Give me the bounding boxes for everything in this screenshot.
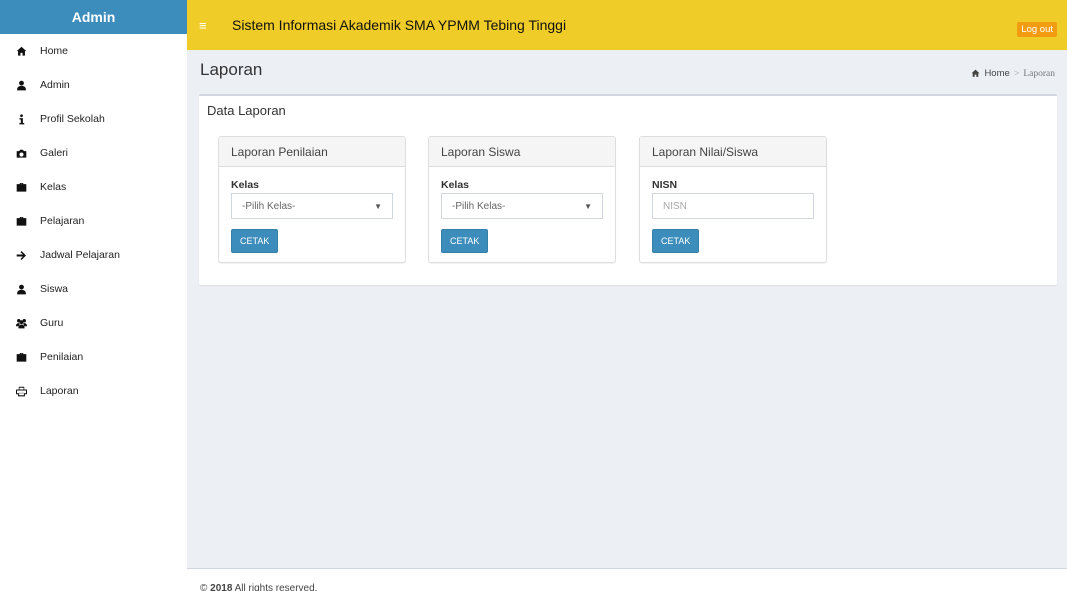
top-navbar: ≡ Sistem Informasi Akademik SMA YPMM Teb… — [187, 0, 1067, 50]
sidebar-item-label: Pelajaran — [40, 215, 85, 227]
sidebar-menu: Home Admin Profil Sekolah Galeri Kelas P… — [0, 34, 187, 408]
sidebar-item-home[interactable]: Home — [0, 34, 187, 68]
data-laporan-box: Data Laporan Laporan Penilaian Kelas -Pi… — [199, 94, 1057, 285]
sidebar-item-label: Galeri — [40, 147, 69, 159]
sidebar-item-guru[interactable]: Guru — [0, 306, 187, 340]
kelas-select-value: -Pilih Kelas- — [242, 200, 296, 212]
panel-body: NISN NISN CETAK — [640, 167, 826, 265]
sidebar-item-label: Penilaian — [40, 351, 84, 363]
main-content: Laporan Home > Laporan Data Laporan Lapo… — [187, 50, 1067, 568]
users-icon — [16, 318, 33, 329]
page-title: Laporan — [200, 60, 263, 79]
cetak-button[interactable]: CETAK — [441, 229, 489, 253]
sidebar-item-pelajaran[interactable]: Pelajaran — [0, 204, 187, 238]
box-title: Data Laporan — [207, 103, 286, 118]
sidebar-item-galeri[interactable]: Galeri — [0, 136, 187, 170]
sidebar-item-label: Laporan — [40, 385, 79, 397]
user-icon — [16, 80, 33, 91]
kelas-select-value: -Pilih Kelas- — [452, 200, 506, 212]
nisn-label: NISN — [652, 179, 678, 191]
logout-button[interactable]: Log out — [1017, 22, 1057, 37]
cetak-button[interactable]: CETAK — [231, 229, 279, 253]
briefcase-icon — [16, 352, 33, 363]
breadcrumb-home-link[interactable]: Home — [984, 68, 1009, 79]
briefcase-icon — [16, 182, 33, 193]
briefcase-icon — [16, 216, 33, 227]
sidebar-item-admin[interactable]: Admin — [0, 68, 187, 102]
panel-heading: Laporan Siswa — [429, 137, 615, 167]
sidebar-item-label: Profil Sekolah — [40, 113, 105, 125]
footer: © 2018 All rights reserved. — [187, 568, 1067, 591]
camera-icon — [16, 148, 33, 159]
sidebar-item-label: Guru — [40, 317, 64, 329]
panel-laporan-penilaian: Laporan Penilaian Kelas -Pilih Kelas- ▼ … — [218, 136, 406, 263]
copyright-text: All rights reserved. — [234, 583, 318, 591]
cetak-button[interactable]: CETAK — [652, 229, 700, 253]
print-icon — [16, 386, 33, 397]
sidebar-item-kelas[interactable]: Kelas — [0, 170, 187, 204]
kelas-select[interactable]: -Pilih Kelas- ▼ — [441, 193, 603, 219]
sidebar-item-penilaian[interactable]: Penilaian — [0, 340, 187, 374]
nisn-placeholder: NISN — [663, 200, 687, 212]
copyright-year: 2018 — [210, 583, 233, 591]
panel-heading: Laporan Penilaian — [219, 137, 405, 167]
sidebar-item-siswa[interactable]: Siswa — [0, 272, 187, 306]
breadcrumb: Home > Laporan — [971, 68, 1055, 79]
brand-logo[interactable]: Admin — [0, 0, 187, 34]
breadcrumb-separator: > — [1013, 68, 1020, 79]
kelas-label: Kelas — [231, 179, 260, 191]
sidebar-item-profil-sekolah[interactable]: Profil Sekolah — [0, 102, 187, 136]
caret-down-icon: ▼ — [584, 201, 592, 211]
panel-body: Kelas -Pilih Kelas- ▼ CETAK — [429, 167, 615, 265]
user-icon — [16, 284, 33, 295]
app-title: Sistem Informasi Akademik SMA YPMM Tebin… — [232, 17, 567, 33]
kelas-select[interactable]: -Pilih Kelas- ▼ — [231, 193, 393, 219]
panel-laporan-nilai-siswa: Laporan Nilai/Siswa NISN NISN CETAK — [639, 136, 827, 263]
sidebar-item-label: Siswa — [40, 283, 69, 295]
panel-heading: Laporan Nilai/Siswa — [640, 137, 826, 167]
arrow-right-icon — [16, 250, 33, 261]
nisn-input[interactable]: NISN — [652, 193, 814, 219]
home-icon — [972, 69, 980, 77]
sidebar: Admin Home Admin Profil Sekolah Galeri K… — [0, 0, 187, 591]
panel-body: Kelas -Pilih Kelas- ▼ CETAK — [219, 167, 405, 265]
caret-down-icon: ▼ — [374, 201, 382, 211]
menu-toggle-icon[interactable]: ≡ — [187, 18, 215, 33]
sidebar-item-laporan[interactable]: Laporan — [0, 374, 187, 408]
sidebar-item-label: Jadwal Pelajaran — [40, 249, 120, 261]
breadcrumb-current: Laporan — [1023, 68, 1055, 79]
sidebar-item-label: Admin — [40, 79, 70, 91]
sidebar-item-label: Home — [40, 45, 69, 57]
sidebar-item-jadwal-pelajaran[interactable]: Jadwal Pelajaran — [0, 238, 187, 272]
sidebar-item-label: Kelas — [40, 181, 67, 193]
panel-laporan-siswa: Laporan Siswa Kelas -Pilih Kelas- ▼ CETA… — [428, 136, 616, 263]
copyright-symbol: © — [200, 583, 208, 591]
kelas-label: Kelas — [441, 179, 470, 191]
home-icon — [16, 46, 33, 57]
info-icon — [16, 113, 33, 125]
